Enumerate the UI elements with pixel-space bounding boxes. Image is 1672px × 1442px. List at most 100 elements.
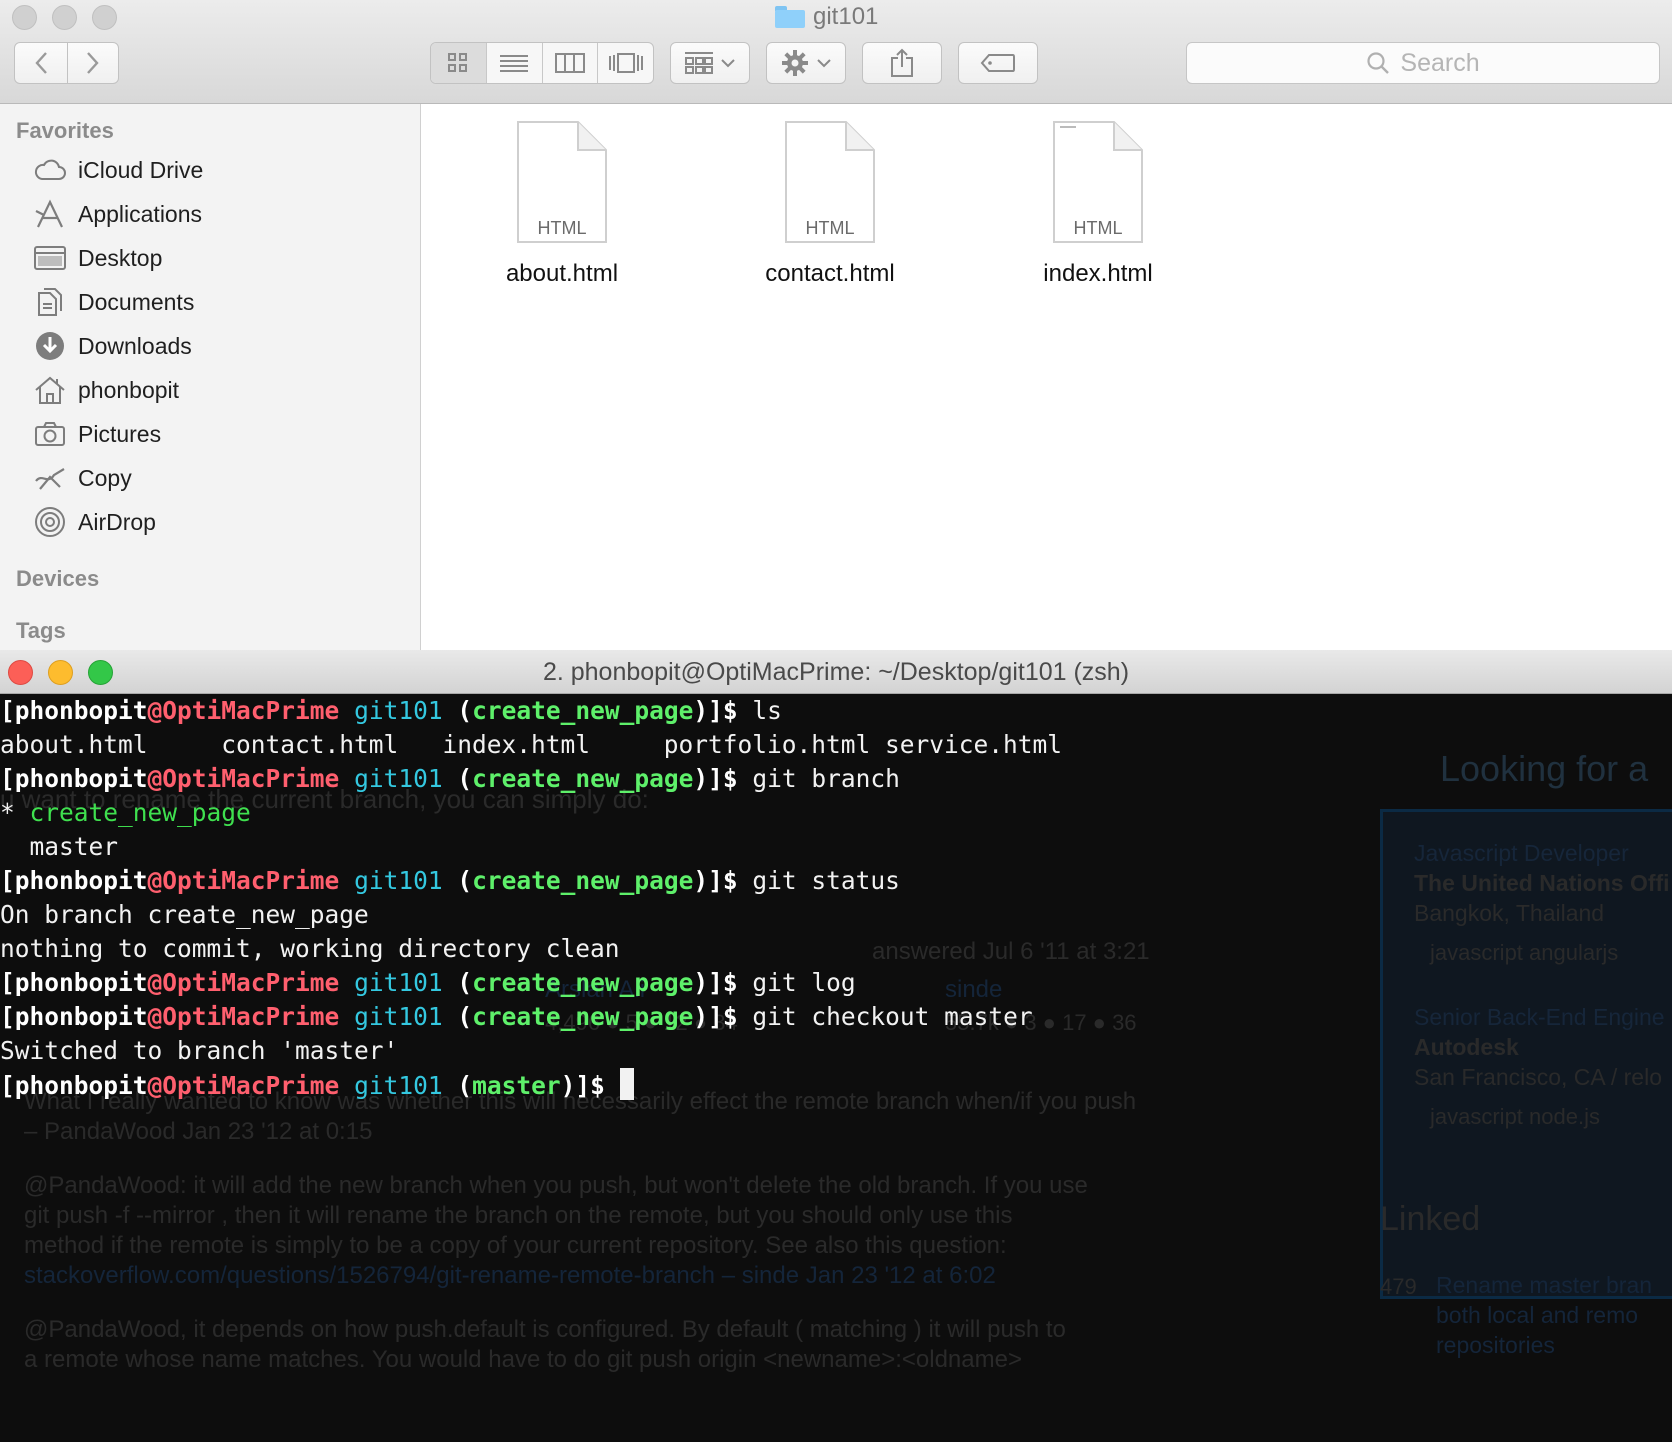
terminal-cursor bbox=[619, 1068, 634, 1100]
share-icon bbox=[891, 48, 913, 77]
bg-comment3b: a remote whose name matches. You would h… bbox=[24, 1346, 1022, 1373]
camera-icon bbox=[34, 418, 66, 450]
list-view-button[interactable] bbox=[487, 43, 543, 83]
terminal-prompt-line: [phonbopit@OptiMacPrime git101 (create_n… bbox=[0, 966, 1672, 1000]
prompt-paren-close: )]$ bbox=[560, 1071, 605, 1100]
terminal-output-line: about.html contact.html index.html portf… bbox=[0, 728, 1672, 762]
applications-icon bbox=[34, 198, 66, 230]
terminal-output-line: * create_new_page bbox=[0, 796, 1672, 830]
prompt-paren-close: )]$ bbox=[693, 696, 738, 725]
file-area: HTML about.html HTML contact.html HTML i… bbox=[422, 104, 1672, 650]
terminal-zoom-button[interactable] bbox=[88, 660, 113, 685]
prompt-paren-open: ( bbox=[457, 764, 473, 793]
file-item[interactable]: HTML index.html bbox=[988, 120, 1208, 288]
share-button[interactable] bbox=[862, 42, 942, 84]
prompt-directory: git101 bbox=[354, 1071, 443, 1100]
terminal-output[interactable]: [phonbopit@OptiMacPrime git101 (create_n… bbox=[0, 694, 1672, 1102]
command-text: ls bbox=[737, 696, 782, 725]
airdrop-icon bbox=[34, 506, 66, 538]
prompt-paren-close: )]$ bbox=[693, 1002, 738, 1031]
forward-button[interactable] bbox=[67, 42, 119, 84]
bg-comment2d: stackoverflow.com/questions/1526794/git-… bbox=[24, 1262, 996, 1289]
bg-job2-tags: javascript node.js bbox=[1430, 1104, 1600, 1129]
finder-toolbar: git101 Search bbox=[0, 0, 1672, 104]
prompt-branch: create_new_page bbox=[472, 968, 694, 997]
prompt-host: OptiMacPrime bbox=[162, 866, 340, 895]
file-name: about.html bbox=[505, 260, 619, 287]
file-item[interactable]: HTML about.html bbox=[452, 120, 672, 288]
arrange-button[interactable] bbox=[670, 42, 750, 84]
coverflow-icon bbox=[608, 53, 643, 73]
sidebar-item-label: Applications bbox=[78, 200, 203, 227]
prompt-host: OptiMacPrime bbox=[162, 1071, 340, 1100]
tags-button[interactable] bbox=[958, 42, 1038, 84]
sidebar-item-label: AirDrop bbox=[78, 508, 156, 535]
finder-zoom-button[interactable] bbox=[92, 5, 117, 30]
sidebar-item-applications[interactable]: Applications bbox=[34, 194, 202, 234]
sidebar-item-label: iCloud Drive bbox=[78, 156, 204, 183]
desktop-icon bbox=[34, 242, 66, 274]
sidebar-item-phonbopit[interactable]: phonbopit bbox=[34, 370, 179, 410]
prompt-directory: git101 bbox=[354, 764, 443, 793]
sidebar-item-pictures[interactable]: Pictures bbox=[34, 414, 161, 454]
html-file-icon: HTML bbox=[784, 120, 876, 244]
sidebar-item-airdrop[interactable]: AirDrop bbox=[34, 502, 156, 542]
sidebar-item-copy[interactable]: Copy bbox=[34, 458, 132, 498]
sidebar-item-desktop[interactable]: Desktop bbox=[34, 238, 162, 278]
action-button[interactable] bbox=[766, 42, 846, 84]
bg-comment2a: @PandaWood: it will add the new branch w… bbox=[24, 1172, 1088, 1199]
current-branch-marker: * bbox=[0, 798, 30, 827]
favorites-header: Favorites bbox=[16, 118, 114, 143]
prompt-branch: create_new_page bbox=[472, 696, 694, 725]
terminal-prompt-line: [phonbopit@OptiMacPrime git101 (create_n… bbox=[0, 762, 1672, 796]
terminal-output-line: master bbox=[0, 830, 1672, 864]
prompt-branch: master bbox=[472, 1071, 561, 1100]
sidebar-item-documents[interactable]: Documents bbox=[34, 282, 194, 322]
bg-comment2b: git push -f --mirror , then it will rena… bbox=[24, 1202, 1013, 1229]
terminal-minimize-button[interactable] bbox=[48, 660, 73, 685]
file-item[interactable]: HTML contact.html bbox=[720, 120, 940, 288]
prompt-paren-open: ( bbox=[457, 866, 473, 895]
prompt-host: OptiMacPrime bbox=[162, 968, 340, 997]
home-icon bbox=[34, 374, 66, 406]
back-button[interactable] bbox=[14, 42, 68, 84]
list-icon bbox=[500, 55, 529, 72]
prompt-host: OptiMacPrime bbox=[162, 696, 340, 725]
sidebar-item-icloud-drive[interactable]: iCloud Drive bbox=[34, 150, 203, 190]
folder-icon bbox=[775, 6, 805, 28]
html-file-icon: HTML bbox=[1052, 120, 1144, 244]
search-placeholder: Search bbox=[1400, 48, 1480, 77]
prompt-branch: create_new_page bbox=[472, 866, 694, 895]
prompt-branch: create_new_page bbox=[472, 764, 694, 793]
prompt-paren-close: )]$ bbox=[693, 866, 738, 895]
coverflow-view-button[interactable] bbox=[598, 43, 653, 83]
terminal-title: 2. phonbopit@OptiMacPrime: ~/Desktop/git… bbox=[542, 658, 1130, 686]
sidebar-item-downloads[interactable]: Downloads bbox=[34, 326, 192, 366]
terminal-close-button[interactable] bbox=[8, 660, 33, 685]
terminal-prompt-line: [phonbopit@OptiMacPrime git101 (create_n… bbox=[0, 694, 1672, 728]
finder-minimize-button[interactable] bbox=[52, 5, 77, 30]
command-text: git log bbox=[737, 968, 856, 997]
finder-close-button[interactable] bbox=[12, 5, 37, 30]
prompt-user: [phonbopit bbox=[0, 1002, 148, 1031]
html-file-icon: HTML bbox=[516, 120, 608, 244]
devices-header: Devices bbox=[16, 566, 100, 591]
sidebar-item-label: phonbopit bbox=[78, 376, 180, 403]
finder-title-text: git101 bbox=[813, 3, 879, 30]
search-field[interactable]: Search bbox=[1186, 42, 1660, 84]
terminal-window: 2. phonbopit@OptiMacPrime: ~/Desktop/git… bbox=[0, 650, 1672, 1442]
command-text: git status bbox=[737, 866, 900, 895]
command-text: git branch bbox=[737, 764, 900, 793]
column-view-button[interactable] bbox=[543, 43, 599, 83]
bg-linked-title: Linked bbox=[1380, 1200, 1481, 1238]
prompt-paren-open: ( bbox=[457, 1071, 473, 1100]
prompt-at: @ bbox=[147, 968, 163, 997]
icon-view-button[interactable] bbox=[431, 43, 487, 83]
tag-icon bbox=[980, 54, 1015, 72]
sidebar-item-label: Copy bbox=[78, 464, 132, 491]
grid-icon bbox=[448, 53, 468, 72]
cloud-icon bbox=[34, 154, 66, 186]
bg-linked-count: 479 bbox=[1380, 1274, 1417, 1299]
terminal-output-line: Switched to branch 'master' bbox=[0, 1034, 1672, 1068]
bg-linked-item: Rename master bran both local and remo r… bbox=[1436, 1272, 1653, 1358]
